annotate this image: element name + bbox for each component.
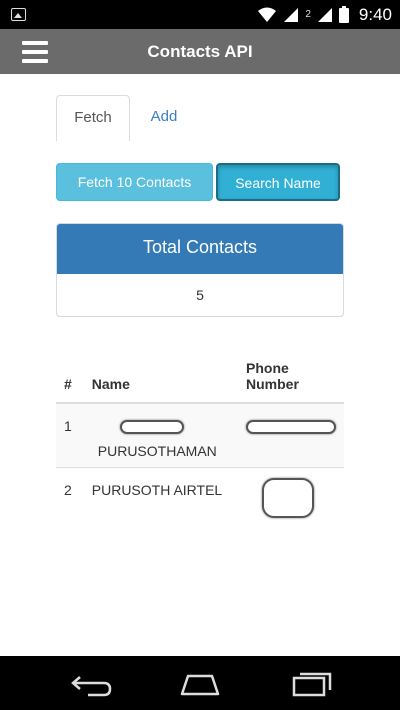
header-number: # <box>56 341 84 404</box>
table-header-row: # Name Phone Number <box>56 341 344 404</box>
table-row[interactable]: 1 PURUSOTHAMAN <box>56 402 344 467</box>
redacted-mark <box>119 420 184 434</box>
clock: 9:40 <box>358 4 392 24</box>
panel-title: Total Contacts <box>57 224 343 274</box>
status-bar: 2 9:40 <box>0 0 400 29</box>
contact-name: PURUSOTH AIRTEL <box>91 481 223 498</box>
header-name: Name <box>83 341 238 404</box>
battery-icon <box>338 6 349 23</box>
navigation-bar <box>0 656 400 710</box>
tab-add[interactable]: Add <box>130 95 198 141</box>
app-bar: Contacts API <box>0 29 400 74</box>
redacted-mark <box>246 420 336 434</box>
signal-icon <box>284 7 299 22</box>
tab-fetch[interactable]: Fetch <box>56 95 130 141</box>
total-contacts-value: 5 <box>196 287 204 303</box>
back-icon[interactable] <box>60 666 120 700</box>
signal-icon <box>317 7 332 22</box>
status-icons: 2 9:40 <box>257 0 392 29</box>
table-row[interactable]: 2 PURUSOTH AIRTEL <box>56 466 344 527</box>
redacted-mark <box>262 477 314 518</box>
row-name-cell: PURUSOTH AIRTEL <box>83 466 238 527</box>
home-icon[interactable] <box>170 666 230 700</box>
wifi-icon <box>258 7 277 22</box>
page-title: Contacts API <box>147 42 253 61</box>
header-phone: Phone Number <box>238 341 344 404</box>
row-name-cell: PURUSOTHAMAN <box>83 402 238 467</box>
row-number: 1 <box>56 402 84 467</box>
row-phone-cell <box>238 402 344 467</box>
fetch-contacts-button[interactable]: Fetch 10 Contacts <box>56 163 213 201</box>
total-contacts-panel: Total Contacts 5 <box>56 223 344 317</box>
row-phone-cell <box>238 466 344 527</box>
search-name-button[interactable]: Search Name <box>216 163 340 201</box>
contacts-table: # Name Phone Number 1 PURUSOTHAMAN 2 PUR… <box>56 341 344 527</box>
sim-label: 2 <box>305 9 311 20</box>
main-content: Fetch Add Fetch 10 Contacts Search Name … <box>0 74 400 656</box>
contact-name: PURUSOTHAMAN <box>97 443 217 459</box>
image-notification-icon <box>11 8 26 21</box>
recent-apps-icon[interactable] <box>282 666 342 700</box>
tab-bar: Fetch Add <box>56 95 344 141</box>
row-number: 2 <box>56 466 84 527</box>
